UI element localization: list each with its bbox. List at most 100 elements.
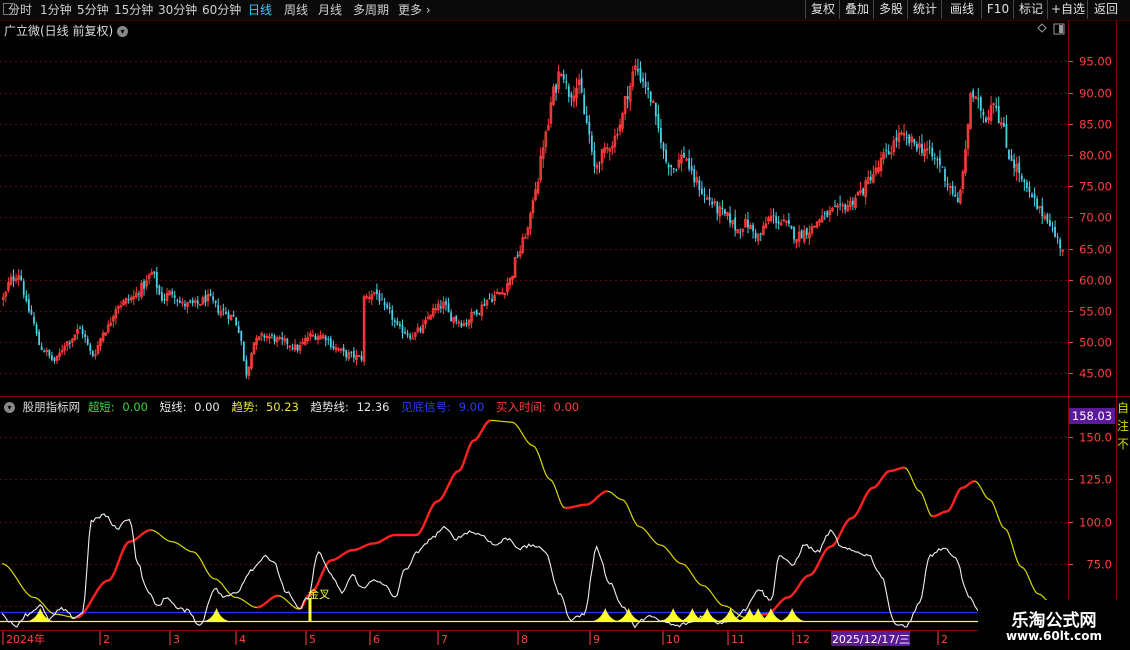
candle	[14, 273, 18, 284]
chart-canvas[interactable]: 45.0050.0055.0060.0065.0070.0075.0080.00…	[0, 0, 1130, 650]
trend-line-rising	[745, 466, 905, 619]
candle-body	[628, 85, 632, 102]
tab-daily[interactable]: 日线	[248, 0, 272, 20]
candle	[161, 286, 163, 303]
candle	[534, 181, 537, 202]
candle-body	[55, 355, 59, 361]
time-tick-label: 2	[941, 633, 948, 646]
candle-body	[826, 211, 829, 218]
restore-rights-button[interactable]: 复权	[805, 0, 840, 19]
chevron-down-icon[interactable]: ▾	[4, 402, 15, 413]
candle	[65, 341, 69, 352]
candle	[555, 83, 557, 101]
tab-30min[interactable]: 30分钟	[158, 0, 197, 20]
draw-line-button[interactable]: 画线	[941, 0, 982, 19]
candle-body	[1043, 215, 1047, 219]
candle	[58, 348, 61, 361]
candle	[815, 221, 819, 229]
candle-body	[790, 225, 793, 229]
tab-monthly[interactable]: 月线	[318, 0, 342, 20]
overlay-button[interactable]: 叠加	[839, 0, 874, 19]
candle	[698, 176, 701, 197]
time-tick-label: 10	[666, 633, 680, 646]
mark-button[interactable]: 标记	[1013, 0, 1048, 19]
tab-5min[interactable]: 5分钟	[77, 0, 109, 20]
candle-body	[1028, 186, 1031, 192]
candle	[744, 214, 747, 228]
candle-body	[831, 207, 834, 212]
tab-weekly[interactable]: 周线	[284, 0, 308, 20]
candle-body	[872, 174, 875, 183]
candle-body	[355, 354, 358, 361]
candle-body	[201, 297, 205, 305]
candle-body	[1008, 150, 1010, 159]
candle	[782, 214, 786, 223]
tab-1min[interactable]: 1分钟	[40, 0, 72, 20]
back-button[interactable]: 返回	[1087, 0, 1124, 19]
indicator-tick-label: 75.0	[1086, 558, 1112, 572]
candle-body	[186, 301, 189, 307]
candle-body	[541, 147, 545, 160]
candle	[688, 149, 691, 172]
candle	[649, 90, 652, 106]
candle	[491, 293, 493, 303]
candle-body	[168, 290, 171, 296]
tab-15min[interactable]: 15分钟	[114, 0, 153, 20]
candle	[626, 86, 629, 109]
time-tick-label: 5	[309, 633, 316, 646]
trend-line-falling	[490, 419, 566, 509]
bottom-signal-hump	[746, 608, 771, 621]
candle-body	[752, 224, 754, 232]
candle	[508, 277, 512, 291]
candle	[713, 198, 716, 207]
panel-toggle-icon[interactable]	[1053, 23, 1065, 35]
candle-body	[534, 189, 537, 201]
period-toolbar: 分时 1分钟 5分钟 15分钟 30分钟 60分钟 日线 周线 月线 多周期 更…	[0, 0, 1130, 21]
candle-body	[386, 304, 389, 308]
candle	[808, 225, 811, 245]
candle-body	[173, 295, 176, 298]
tab-60min[interactable]: 60分钟	[202, 0, 241, 20]
candle-body	[450, 312, 453, 322]
diamond-icon[interactable]	[1037, 23, 1047, 33]
candle-body	[921, 143, 923, 153]
candle-body	[877, 166, 880, 173]
candle-body	[401, 325, 404, 334]
candle-body	[844, 204, 847, 210]
candle	[552, 83, 555, 107]
candle	[877, 160, 880, 175]
candle-body	[306, 337, 310, 341]
candle	[908, 133, 911, 147]
candle	[667, 162, 670, 176]
candle	[1056, 233, 1059, 244]
multi-stock-button[interactable]: 多股	[873, 0, 908, 19]
chevron-down-icon[interactable]: ▾	[117, 26, 129, 37]
candle-body	[657, 114, 660, 129]
add-favorite-button[interactable]: +自选	[1047, 0, 1088, 19]
candle-body	[1051, 228, 1054, 230]
window-menu-icon[interactable]	[3, 3, 15, 15]
f10-button[interactable]: F10	[981, 0, 1014, 19]
candle	[53, 356, 56, 364]
candle-body	[1031, 194, 1033, 197]
candle-body	[518, 251, 522, 257]
statistics-button[interactable]: 统计	[907, 0, 942, 19]
candle-body	[165, 293, 169, 301]
candle	[1025, 179, 1028, 193]
tab-more[interactable]: 更多 ›	[398, 0, 431, 20]
tab-multi-period[interactable]: 多周期	[353, 0, 389, 20]
candle	[324, 334, 327, 347]
candle-body	[989, 105, 993, 121]
indicator-name[interactable]: 股朋指标网	[23, 400, 81, 414]
candle-body	[339, 348, 343, 351]
candle	[426, 311, 430, 321]
candle-body	[429, 314, 432, 320]
candle-body	[30, 309, 33, 315]
candle	[475, 309, 478, 317]
ind-bottom-signal-label: 见底信号:	[401, 400, 452, 414]
candle-body	[94, 354, 97, 357]
candle	[235, 316, 238, 327]
candle-body	[508, 277, 512, 286]
candle-body	[559, 73, 563, 76]
price-tick-label: 70.00	[1079, 211, 1112, 225]
